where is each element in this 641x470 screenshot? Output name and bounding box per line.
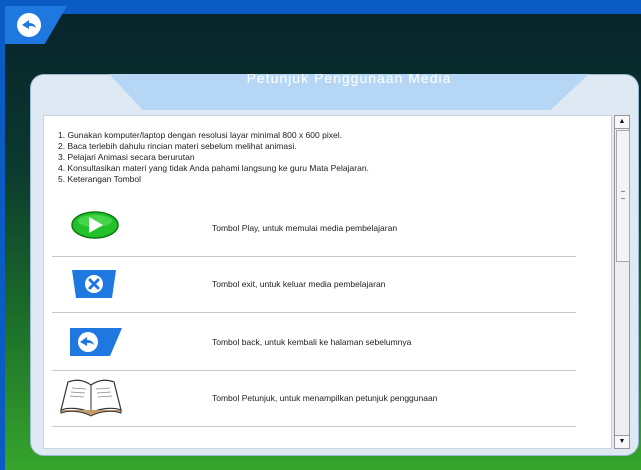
top-strip bbox=[5, 6, 641, 14]
grip-icon bbox=[621, 191, 625, 199]
back-button[interactable] bbox=[5, 6, 67, 44]
app-stage: Petunjuk Penggunaan Media 1. Gunakan kom… bbox=[5, 6, 641, 470]
legend-row-exit: Tombol exit, untuk keluar media pembelaj… bbox=[52, 256, 576, 313]
panel-title-tab: Petunjuk Penggunaan Media bbox=[109, 74, 589, 110]
vertical-scrollbar[interactable]: ▲ ▼ bbox=[614, 115, 630, 449]
instruction-item: 4. Konsultasikan materi yang tidak Anda … bbox=[58, 163, 369, 173]
instruction-list: 1. Gunakan komputer/laptop dengan resolu… bbox=[58, 130, 369, 185]
instruction-item: 1. Gunakan komputer/laptop dengan resolu… bbox=[58, 130, 342, 140]
legend-row-back: Tombol back, untuk kembali ke halaman se… bbox=[52, 314, 576, 371]
back-icon bbox=[70, 326, 122, 363]
back-icon bbox=[17, 13, 41, 37]
legend-description: Tombol back, untuk kembali ke halaman se… bbox=[212, 337, 412, 347]
page-title: Petunjuk Penggunaan Media bbox=[246, 70, 452, 86]
legend-description: Tombol exit, untuk keluar media pembelaj… bbox=[212, 279, 386, 289]
scroll-up-arrow-icon[interactable]: ▲ bbox=[615, 116, 629, 129]
book-icon bbox=[58, 376, 124, 423]
instruction-item: 2. Baca terlebih dahulu rincian materi s… bbox=[58, 141, 297, 151]
play-icon bbox=[70, 210, 120, 245]
legend-row-partial bbox=[52, 426, 576, 446]
legend-row-play: Tombol Play, untuk memulai media pembela… bbox=[52, 200, 576, 257]
instructions-panel: Petunjuk Penggunaan Media 1. Gunakan kom… bbox=[30, 74, 639, 456]
legend-description: Tombol Play, untuk memulai media pembela… bbox=[212, 223, 398, 233]
instruction-item: 3. Pelajari Animasi secara berurutan bbox=[58, 152, 195, 162]
content-area[interactable]: 1. Gunakan komputer/laptop dengan resolu… bbox=[43, 115, 612, 449]
instruction-item: 5. Keterangan Tombol bbox=[58, 174, 142, 184]
legend-row-book: Tombol Petunjuk, untuk menampilkan petun… bbox=[52, 370, 576, 427]
legend-description: Tombol Petunjuk, untuk menampilkan petun… bbox=[212, 393, 438, 403]
scroll-thumb[interactable] bbox=[616, 130, 630, 262]
exit-icon bbox=[72, 268, 116, 305]
scroll-down-arrow-icon[interactable]: ▼ bbox=[615, 435, 629, 448]
